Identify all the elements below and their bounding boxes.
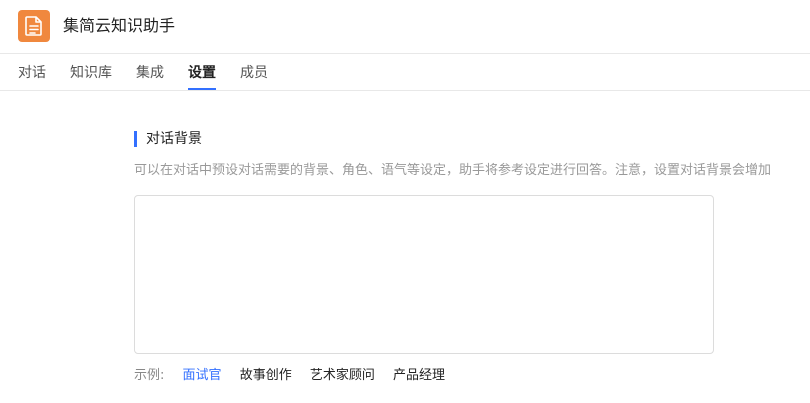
tab-members[interactable]: 成员 (240, 64, 268, 82)
app-title: 集简云知识助手 (63, 16, 176, 35)
example-story-creation[interactable]: 故事创作 (240, 367, 292, 385)
tab-bar: 对话 知识库 集成 设置 成员 (0, 54, 810, 91)
tab-chat[interactable]: 对话 (18, 64, 46, 82)
app-header: 集简云知识助手 (0, 0, 810, 54)
example-interviewer[interactable]: 面试官 (183, 367, 222, 385)
section-description: 可以在对话中预设对话需要的背景、角色、语气等设定，助手将参考设定进行回答。注意，… (134, 163, 772, 178)
active-tab-indicator (188, 88, 216, 90)
tab-integration[interactable]: 集成 (136, 64, 164, 82)
section-title: 对话背景 (146, 131, 202, 147)
section-accent-bar (134, 131, 137, 147)
app-logo (18, 10, 50, 42)
example-product-manager[interactable]: 产品经理 (393, 367, 445, 385)
examples-label: 示例: (134, 368, 165, 383)
examples-row: 示例: 面试官 故事创作 艺术家顾问 产品经理 (134, 367, 459, 385)
document-icon (25, 16, 42, 36)
background-textarea[interactable] (134, 195, 714, 354)
tab-settings[interactable]: 设置 (188, 64, 216, 82)
example-art-consultant[interactable]: 艺术家顾问 (310, 367, 375, 385)
tab-knowledge-base[interactable]: 知识库 (70, 64, 112, 82)
